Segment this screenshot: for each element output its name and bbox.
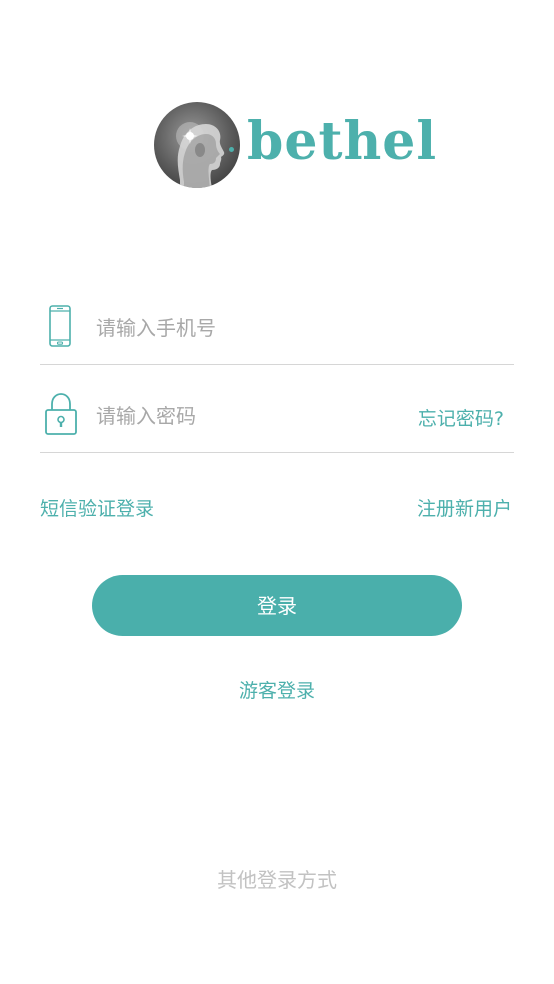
register-link[interactable]: 注册新用户	[417, 494, 512, 521]
phone-field-row	[40, 304, 514, 365]
sms-login-link[interactable]: 短信验证登录	[40, 494, 154, 521]
brand-name: bethel	[247, 111, 438, 172]
phone-input[interactable]	[96, 312, 396, 344]
logo-emblem	[154, 102, 240, 188]
login-button[interactable]: 登录	[92, 575, 462, 636]
phone-icon	[44, 304, 76, 352]
lock-icon	[44, 392, 78, 440]
logo-dot	[229, 147, 234, 152]
forgot-password-link[interactable]: 忘记密码?	[418, 404, 504, 431]
login-page: bethel 忘记密码? 短信验证登录 注册新用户	[0, 0, 554, 984]
guest-login-link: 游客登录	[0, 676, 554, 703]
password-input[interactable]	[96, 400, 396, 432]
guest-login-label[interactable]: 游客登录	[239, 680, 315, 702]
other-login-label: 其他登录方式	[217, 868, 337, 892]
password-field-row: 忘记密码?	[40, 392, 514, 453]
